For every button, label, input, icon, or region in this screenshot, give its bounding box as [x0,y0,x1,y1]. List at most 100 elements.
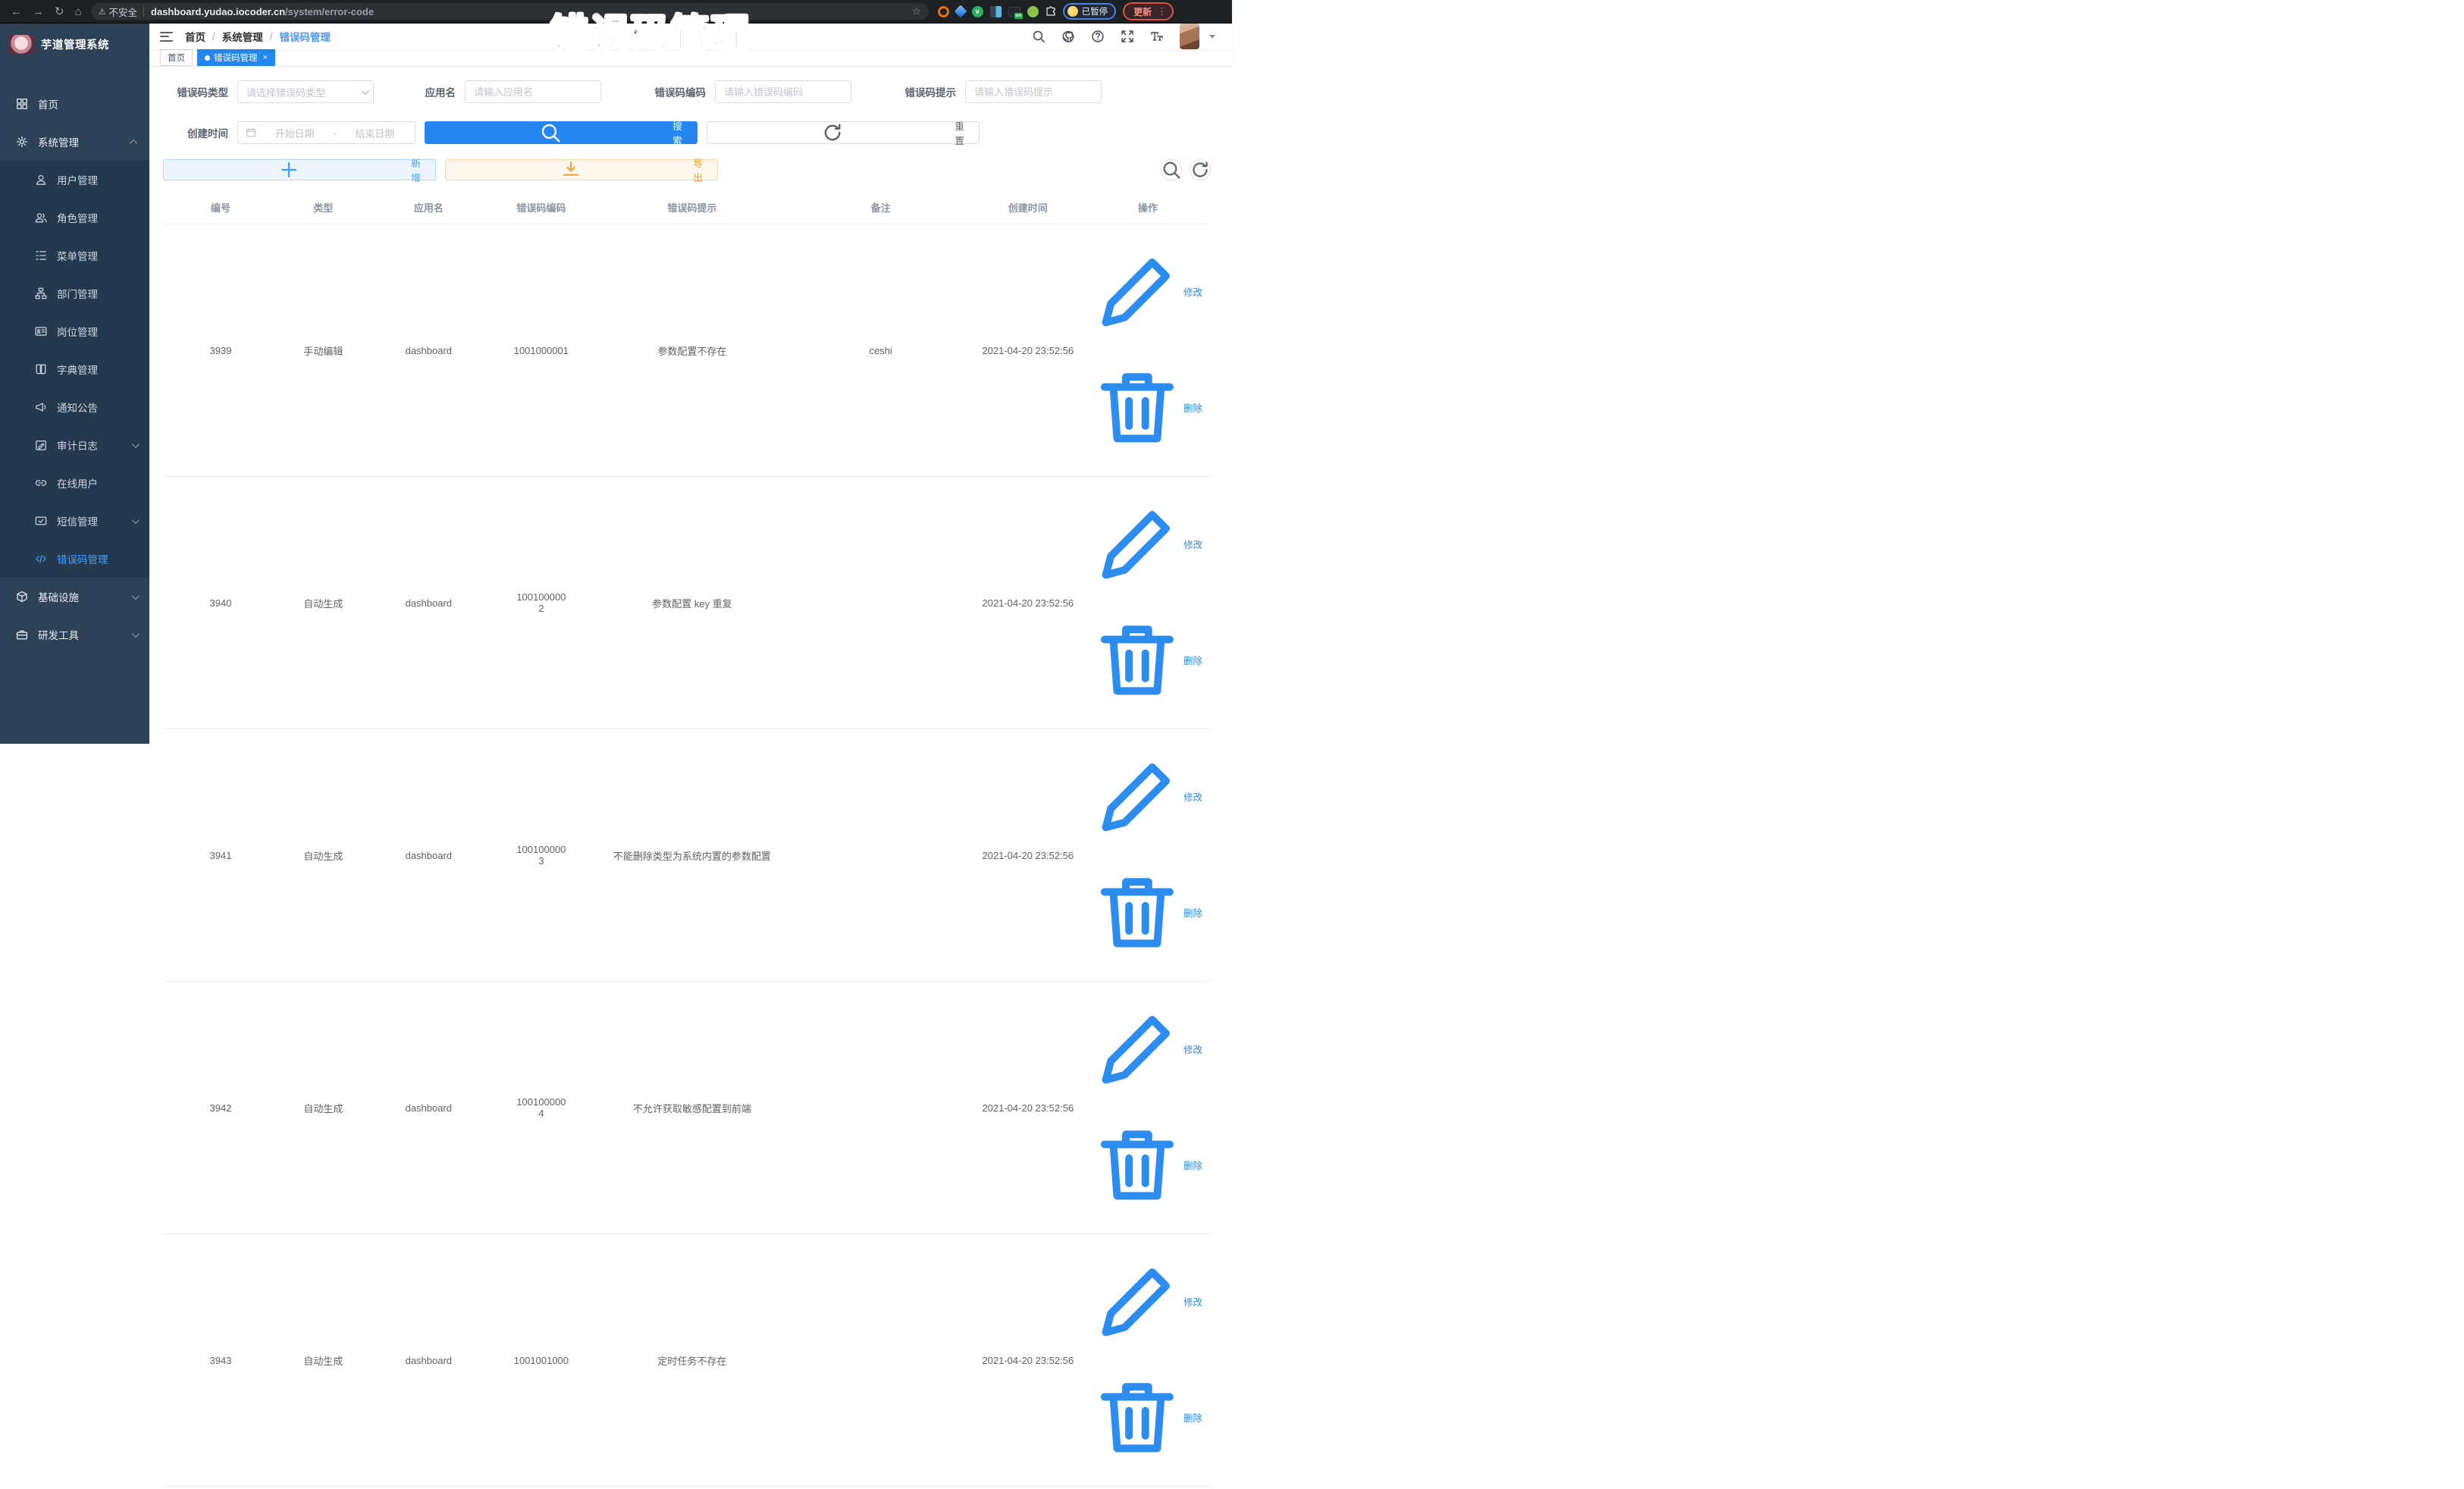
forward-icon[interactable]: → [33,6,44,17]
extension-icon[interactable]: v [972,6,983,17]
search-button[interactable]: 搜索 [425,121,698,144]
extension-icon[interactable] [990,6,1002,17]
row-time: 2021-04-20 23:52:56 [970,1487,1085,1489]
row-app: dashboard [368,477,489,729]
date-range-picker[interactable]: 开始日期 - 结束日期 [237,121,415,144]
sidebar-item-菜单管理[interactable]: 菜单管理 [0,237,149,274]
row-msg: 定时任务不存在 [594,1234,791,1487]
org-tree-icon [35,287,47,299]
error-msg-input[interactable] [966,81,1101,102]
sidebar-item-label: 系统管理 [38,134,79,149]
sidebar-item-在线用户[interactable]: 在线用户 [0,464,149,502]
fullscreen-icon[interactable] [1121,30,1134,43]
font-size-icon[interactable] [1150,30,1164,43]
help-icon[interactable] [1091,30,1105,43]
sidebar-item-首页[interactable]: 首页 [0,85,149,123]
reset-button[interactable]: 重置 [707,121,980,144]
url-bar[interactable]: ⚠ 不安全 dashboard.yudao.iocoder.cn /system… [91,3,929,20]
chevron-down-icon [362,87,369,95]
app-name-input[interactable] [466,81,600,102]
avatar-caret-icon[interactable] [1209,35,1215,39]
sidebar-item-错误码管理[interactable]: 错误码管理 [0,540,149,578]
extension-icon[interactable] [954,5,967,18]
extension-icon[interactable] [938,6,949,17]
sidebar-item-通知公告[interactable]: 通知公告 [0,388,149,426]
row-msg: 参数配置不存在 [594,224,791,477]
breadcrumb-home[interactable]: 首页 [185,29,205,44]
reload-icon[interactable]: ↻ [55,6,64,17]
column-header: 操作 [1085,191,1211,224]
sidebar-item-字典管理[interactable]: 字典管理 [0,350,149,388]
edit-link[interactable]: 修改 [1093,1244,1202,1358]
reset-button-label: 重置 [951,118,968,147]
table-toolbar: 新增 导出 [163,159,1211,180]
add-button[interactable]: 新增 [163,159,436,180]
edit-link[interactable]: 修改 [1093,992,1202,1105]
delete-link[interactable]: 删除 [1093,350,1202,464]
row-id: 3943 [163,1234,278,1487]
sidebar-item-角色管理[interactable]: 角色管理 [0,199,149,237]
row-code: 100100000 2 [489,477,594,729]
breadcrumb-system[interactable]: 系统管理 [222,29,263,44]
tag-home[interactable]: 首页 [160,49,193,66]
back-icon[interactable]: ← [11,6,22,17]
export-button[interactable]: 导出 [445,159,718,180]
edit-label: 修改 [1183,537,1202,551]
edit-link[interactable]: 修改 [1093,234,1202,348]
browser-update-button[interactable]: 更新 ⋮ [1123,2,1174,20]
sidebar-item-岗位管理[interactable]: 岗位管理 [0,312,149,350]
sidebar-item-研发工具[interactable]: 研发工具 [0,616,149,654]
row-operations: 修改删除 [1085,1487,1211,1489]
error-code-input[interactable] [716,81,851,102]
sidebar-item-部门管理[interactable]: 部门管理 [0,274,149,312]
extension-icon[interactable] [1008,7,1020,17]
delete-link[interactable]: 删除 [1093,603,1202,716]
table-row: 3939手动编辑dashboard1001000001参数配置不存在ceshi2… [163,224,1211,477]
sidebar-item-用户管理[interactable]: 用户管理 [0,161,149,199]
error-type-select[interactable]: 请选择错误码类型 [237,80,374,103]
online-users-icon [35,477,47,489]
edit-label: 修改 [1183,284,1202,299]
filter-error-type: 错误码类型 请选择错误码类型 [163,80,374,103]
filter-create-time: 创建时间 开始日期 - 结束日期 [163,121,415,144]
browser-menu-icon[interactable]: ⋮ [1157,5,1167,17]
refresh-table-button[interactable] [1190,159,1211,180]
row-operations: 修改删除 [1085,224,1211,477]
delete-link[interactable]: 删除 [1093,1108,1202,1221]
delete-link[interactable]: 删除 [1093,855,1202,969]
user-avatar[interactable] [1180,24,1199,49]
filter-label: 创建时间 [163,125,228,140]
toggle-search-button[interactable] [1161,159,1182,180]
sidebar-item-基础设施[interactable]: 基础设施 [0,578,149,616]
profile-paused-chip[interactable]: 已暂停 [1063,3,1117,20]
sidebar-item-label: 用户管理 [57,172,98,187]
tag-error-code[interactable]: 错误码管理 × [197,49,275,66]
row-type: 自动生成 [278,729,368,982]
column-header: 类型 [278,191,368,224]
delete-label: 删除 [1183,1158,1202,1172]
filter-error-code: 错误码编码 [641,80,851,103]
home-icon[interactable]: ⌂ [75,6,82,17]
extensions-puzzle-icon[interactable] [1045,6,1056,17]
row-code: 1001001001 [489,1487,594,1489]
bookmark-star-icon[interactable]: ☆ [912,5,921,17]
hamburger-icon[interactable] [160,32,173,42]
delete-trash-icon [1093,1360,1181,1474]
edit-link[interactable]: 修改 [1093,487,1202,600]
delete-link[interactable]: 删除 [1093,1360,1202,1474]
row-code: 100100000 3 [489,729,594,982]
row-app: dashboard [368,1487,489,1489]
sidebar-item-审计日志[interactable]: 审计日志 [0,426,149,464]
search-icon[interactable] [1032,30,1045,43]
row-id: 3944 [163,1487,278,1489]
breadcrumb-current[interactable]: 错误码管理 [280,29,331,44]
sidebar-item-短信管理[interactable]: 短信管理 [0,502,149,540]
extension-icon[interactable] [1027,6,1039,17]
sidebar-item-label: 部门管理 [57,286,98,301]
sidebar-item-系统管理[interactable]: 系统管理 [0,123,149,161]
browser-chrome: ← → ↻ ⌂ ⚠ 不安全 dashboard.yudao.iocoder.cn… [0,0,1232,24]
edit-link[interactable]: 修改 [1093,739,1202,853]
github-icon[interactable] [1061,30,1075,43]
app-logo[interactable]: 芋道管理系统 [0,24,149,65]
tag-close-icon[interactable]: × [263,53,268,62]
